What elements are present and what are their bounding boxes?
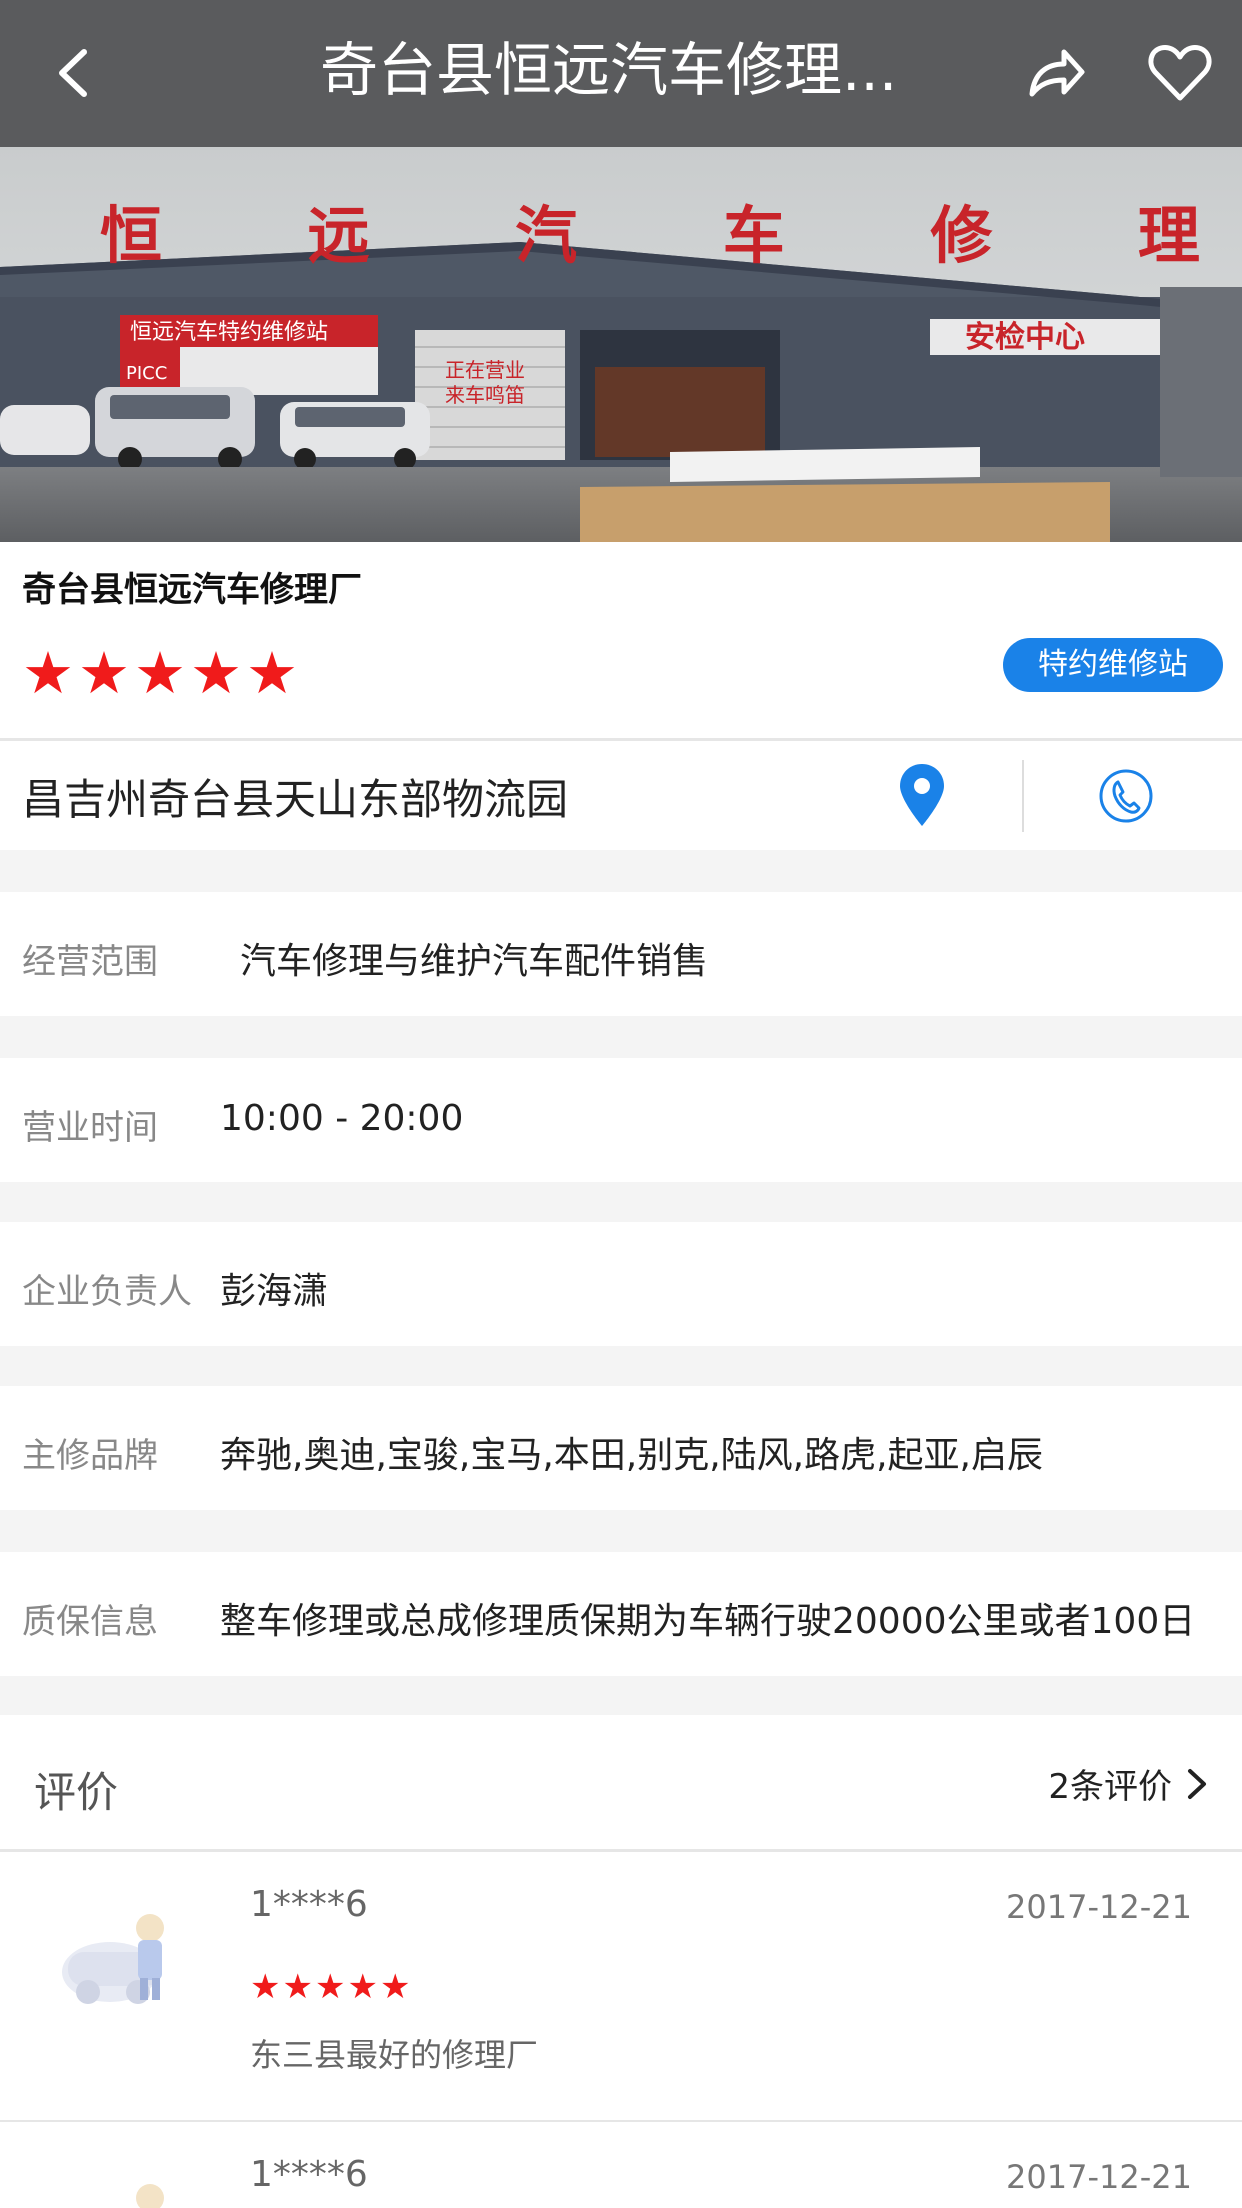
share-arrow-icon[interactable]: [1020, 38, 1090, 108]
section-gap: [0, 850, 1242, 892]
svg-text:正在营业: 正在营业: [445, 358, 525, 382]
address-row: 昌吉州奇台县天山东部物流园: [0, 742, 1242, 850]
photo-sign-text: 恒 远 汽 车 修 理 厂: [100, 199, 1242, 272]
star-icon: ★: [282, 1967, 313, 2007]
svg-text:恒远汽车特约维修站: 恒远汽车特约维修站: [130, 320, 328, 345]
info-row-main-brands: 主修品牌 奔驰,奥迪,宝骏,宝马,本田,别克,陆风,路虎,起亚,启辰: [0, 1386, 1242, 1510]
shop-photo[interactable]: 恒 远 汽 车 修 理 厂 恒远汽车特约维修站 PICC 正在营业 来车鸣笛: [0, 147, 1242, 542]
info-label: 经营范围: [22, 942, 158, 982]
star-icon: ★: [22, 639, 74, 707]
info-row-warranty: 质保信息 整车修理或总成修理质保期为车辆行驶20000公里或者100日: [0, 1552, 1242, 1676]
info-label: 营业时间: [22, 1108, 158, 1148]
section-gap: [0, 1182, 1242, 1222]
info-value: 彭海潇: [220, 1271, 329, 1312]
star-icon: ★: [379, 1967, 411, 2007]
avatar-icon: [136, 2184, 164, 2208]
vertical-separator: [1022, 760, 1024, 832]
info-label: 企业负责人: [22, 1272, 192, 1312]
back-chevron-icon[interactable]: [40, 38, 110, 108]
info-label: 主修品牌: [22, 1436, 158, 1476]
star-icon: ★: [250, 1967, 281, 2007]
info-row-business-hours: 营业时间 10:00 - 20:00: [0, 1058, 1242, 1182]
review-user: 1****6: [250, 1884, 368, 1925]
heart-outline-icon[interactable]: [1145, 38, 1215, 108]
svg-text:PICC: PICC: [126, 363, 167, 384]
info-value: 汽车修理与维护汽车配件销售: [240, 941, 709, 982]
info-label: 质保信息: [22, 1602, 158, 1642]
review-date: 2017-12-21: [1006, 2158, 1192, 2196]
shop-name: 奇台县恒远汽车修理厂: [22, 570, 362, 610]
section-gap: [0, 1510, 1242, 1552]
page-title: 奇台县恒远汽车修理...: [320, 36, 898, 104]
svg-text:来车鸣笛: 来车鸣笛: [445, 383, 525, 407]
star-icon: ★: [134, 639, 186, 707]
star-icon: ★: [190, 639, 242, 707]
info-row-manager: 企业负责人 彭海潇: [0, 1222, 1242, 1346]
review-rating-stars: ★ ★ ★ ★ ★: [250, 1970, 410, 2004]
authorized-repair-badge[interactable]: 特约维修站: [1003, 638, 1223, 692]
section-gap: [0, 1676, 1242, 1715]
shop-address: 昌吉州奇台县天山东部物流园: [22, 775, 569, 824]
shop-rating-stars: ★ ★ ★ ★ ★: [22, 639, 298, 707]
info-value: 10:00 - 20:00: [220, 1098, 464, 1139]
section-gap: [0, 1016, 1242, 1058]
review-item: 1****6 2017-12-21: [0, 2122, 1242, 2208]
star-icon: ★: [78, 639, 130, 707]
info-value: 整车修理或总成修理质保期为车辆行驶20000公里或者100日: [220, 1601, 1196, 1642]
review-user: 1****6: [250, 2154, 368, 2195]
star-icon: ★: [347, 1967, 378, 2007]
divider: [0, 738, 1242, 741]
location-pin-icon[interactable]: [896, 762, 948, 828]
info-value: 奔驰,奥迪,宝骏,宝马,本田,别克,陆风,路虎,起亚,启辰: [220, 1435, 1043, 1476]
svg-text:安检中心: 安检中心: [965, 320, 1085, 355]
star-icon: ★: [314, 1967, 346, 2007]
reviews-count[interactable]: 2条评价: [1048, 1759, 1172, 1808]
reviews-label: 评价: [34, 1768, 119, 1817]
shop-detail-page: 奇台县恒远汽车修理... 恒 远 汽 车 修 理 恒远汽车特约维修站 PICC …: [0, 0, 1242, 2208]
phone-icon[interactable]: [1098, 766, 1154, 826]
info-row-business-scope: 经营范围 汽车修理与维护汽车配件销售: [0, 892, 1242, 1016]
review-date: 2017-12-21: [1006, 1888, 1192, 1926]
reviews-header[interactable]: 评价 2条评价: [0, 1715, 1242, 1849]
top-nav-bar: 奇台县恒远汽车修理...: [0, 0, 1242, 147]
review-item: 1****6 2017-12-21 ★ ★ ★ ★ ★ 东三县最好的修理厂: [0, 1852, 1242, 2120]
star-icon: ★: [246, 639, 298, 707]
avatar-icon: [62, 1914, 164, 2004]
section-gap: [0, 1346, 1242, 1386]
review-comment: 东三县最好的修理厂: [250, 2036, 539, 2074]
chevron-right-icon[interactable]: [1186, 1767, 1208, 1801]
